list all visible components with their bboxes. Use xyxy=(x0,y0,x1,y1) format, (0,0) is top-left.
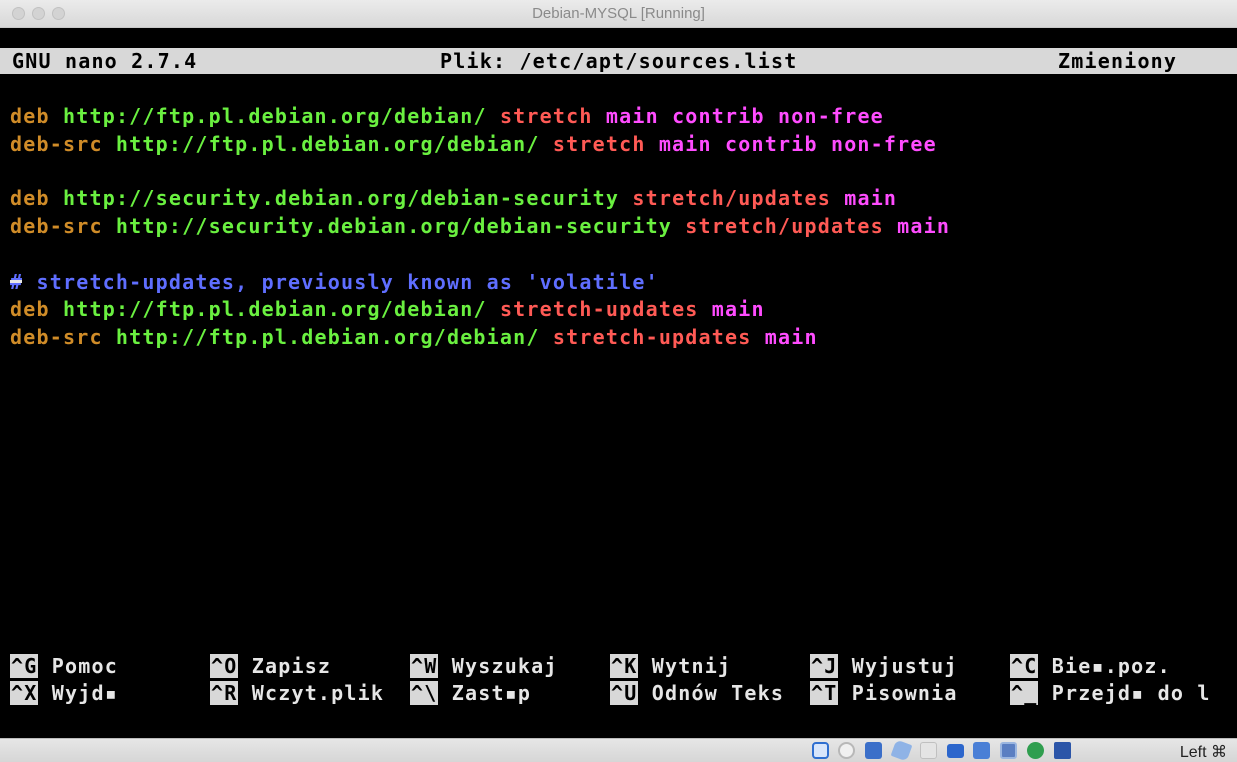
display-icon[interactable] xyxy=(920,742,937,759)
nano-version: GNU nano 2.7.4 xyxy=(12,49,198,73)
keyboard-capture-icon[interactable] xyxy=(1054,742,1071,759)
network-icon[interactable] xyxy=(973,742,990,759)
shortcut-replace[interactable]: ^\ Zast▪p xyxy=(410,680,531,706)
nano-file-name: Plik: /etc/apt/sources.list xyxy=(440,49,798,73)
shortcut-read-file[interactable]: ^R Wczyt.plik xyxy=(210,680,384,706)
optical-disk-icon[interactable] xyxy=(838,742,855,759)
cpu-icon[interactable] xyxy=(1000,742,1017,759)
shortcut-help[interactable]: ^G Pomoc xyxy=(10,653,118,679)
editor-line: deb-src http://ftp.pl.debian.org/debian/… xyxy=(10,132,937,156)
shortcut-search[interactable]: ^W Wyszukaj xyxy=(410,653,558,679)
vm-status-bar: Left ⌘ xyxy=(0,738,1237,762)
editor-line: deb http://ftp.pl.debian.org/debian/ str… xyxy=(10,104,884,128)
guest-additions-icon[interactable] xyxy=(1027,742,1044,759)
vm-console[interactable]: GNU nano 2.7.4 Plik: /etc/apt/sources.li… xyxy=(0,28,1237,738)
shortcut-exit[interactable]: ^X Wyjd▪ xyxy=(10,680,118,706)
shortcut-cut[interactable]: ^K Wytnij xyxy=(610,653,731,679)
host-key-label: Left ⌘ xyxy=(1179,744,1227,761)
vm-window: Debian-MYSQL [Running] GNU nano 2.7.4 Pl… xyxy=(0,0,1237,762)
shortcut-justify[interactable]: ^J Wyjustuj xyxy=(810,653,958,679)
nano-modified-status: Zmieniony xyxy=(1058,49,1178,73)
shortcut-uncut[interactable]: ^U Odnów Teks xyxy=(610,680,784,706)
shared-folders-icon[interactable] xyxy=(890,739,913,762)
editor-line: deb-src http://security.debian.org/debia… xyxy=(10,214,951,238)
editor-line: deb http://ftp.pl.debian.org/debian/ str… xyxy=(10,297,765,321)
window-titlebar[interactable]: Debian-MYSQL [Running] xyxy=(0,0,1237,28)
shortcut-spell[interactable]: ^T Pisownia xyxy=(810,680,958,706)
editor-line: deb http://security.debian.org/debian-se… xyxy=(10,186,898,210)
video-capture-icon[interactable] xyxy=(947,744,964,758)
shortcut-goto-line[interactable]: ^_ Przejd▪ do l xyxy=(1010,680,1211,706)
shortcut-cursor-position[interactable]: ^C Bie▪.poz. xyxy=(1010,653,1171,679)
text-cursor xyxy=(10,280,22,283)
nano-header-bar: GNU nano 2.7.4 Plik: /etc/apt/sources.li… xyxy=(0,48,1237,74)
hard-disk-icon[interactable] xyxy=(812,742,829,759)
editor-comment-line: # stretch-updates, previously known as '… xyxy=(10,270,659,294)
usb-icon[interactable] xyxy=(865,742,882,759)
shortcut-save[interactable]: ^O Zapisz xyxy=(210,653,331,679)
window-title: Debian-MYSQL [Running] xyxy=(532,5,705,22)
editor-line: deb-src http://ftp.pl.debian.org/debian/… xyxy=(10,325,818,349)
